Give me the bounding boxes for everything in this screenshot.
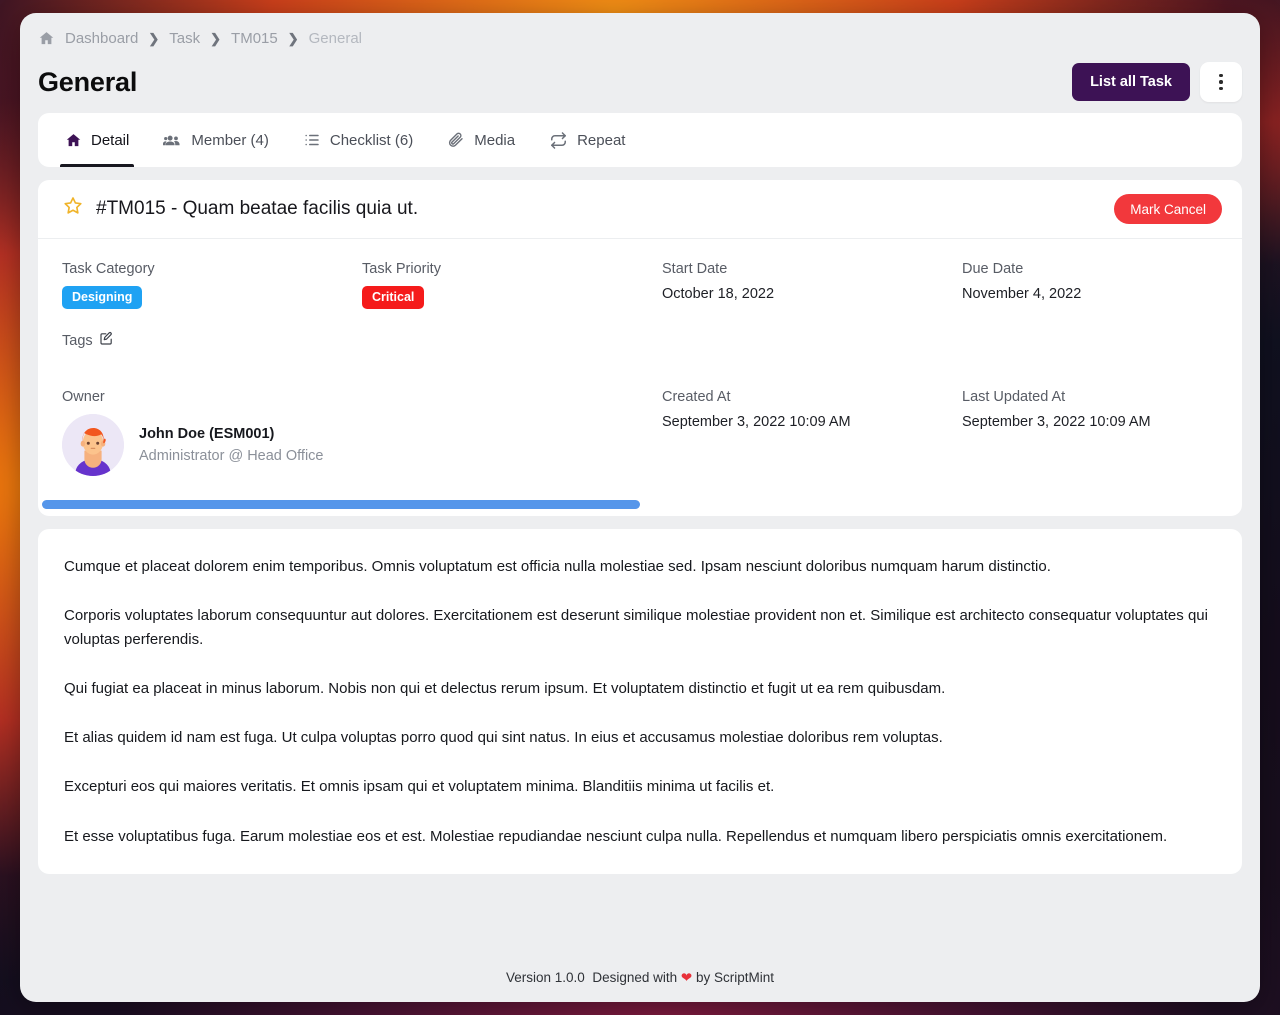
app-window: Dashboard ❯ Task ❯ TM015 ❯ General Gener…: [20, 13, 1260, 1002]
task-title-text: #TM015 - Quam beatae facilis quia ut.: [96, 198, 419, 219]
breadcrumb-item-task[interactable]: Task: [169, 30, 200, 47]
description-paragraph: Et esse voluptatibus fuga. Earum molesti…: [64, 827, 1168, 845]
field-label: Created At: [662, 389, 731, 405]
horizontal-scrollbar-thumb[interactable]: [42, 500, 640, 509]
start-date-value: October 18, 2022: [662, 286, 775, 302]
field-tags-spacer-c: [962, 331, 1218, 389]
tags-label: Tags: [62, 332, 93, 349]
horizontal-scrollbar[interactable]: [42, 500, 1238, 509]
breadcrumb-item-dashboard[interactable]: Dashboard: [65, 30, 138, 47]
field-tags-spacer-b: [662, 331, 962, 389]
tab-bar: Detail Member (4) Checklist (6) Media Re…: [38, 113, 1242, 167]
field-task-priority: Task Priority Critical: [362, 261, 662, 331]
description-paragraph: Cumque et placeat dolorem enim temporibu…: [64, 558, 1051, 575]
field-due-date: Due Date November 4, 2022: [962, 261, 1218, 331]
tab-detail[interactable]: Detail: [48, 113, 146, 167]
repeat-icon: [549, 131, 568, 150]
chevron-right-icon: ❯: [287, 30, 299, 46]
task-priority-badge: Critical: [362, 286, 425, 309]
breadcrumb-item-general: General: [308, 29, 363, 47]
field-created-at: Created At September 3, 2022 10:09 AM: [662, 389, 962, 494]
home-icon: [38, 30, 55, 47]
tab-label: Checklist (6): [329, 131, 414, 149]
created-at-value: September 3, 2022 10:09 AM: [662, 414, 851, 430]
chevron-right-icon: ❯: [148, 30, 160, 46]
tab-label: Member (4): [191, 131, 269, 149]
edit-square-icon[interactable]: [99, 331, 114, 350]
avatar: [62, 414, 124, 476]
description-paragraph: Qui fugiat ea placeat in minus laborum. …: [64, 679, 946, 697]
tab-media[interactable]: Media: [430, 113, 532, 167]
tab-label: Detail: [91, 131, 130, 149]
more-vertical-icon: [1219, 80, 1223, 84]
field-last-updated-at: Last Updated At September 3, 2022 10:09 …: [962, 389, 1218, 494]
last-updated-value: September 3, 2022 10:09 AM: [962, 414, 1151, 430]
task-description-card: Cumque et placeat dolorem enim temporibu…: [38, 529, 1242, 874]
field-label: Last Updated At: [962, 389, 1066, 405]
list-all-task-button[interactable]: List all Task: [1072, 63, 1190, 101]
tab-member[interactable]: Member (4): [146, 113, 286, 167]
breadcrumb-item-tm015[interactable]: TM015: [231, 30, 278, 47]
field-start-date: Start Date October 18, 2022: [662, 261, 962, 331]
app-footer: Version 1.0.0 Designed with ❤ by ScriptM…: [20, 958, 1260, 1002]
field-task-category: Task Category Designing: [62, 261, 362, 331]
due-date-value: November 4, 2022: [962, 286, 1082, 302]
users-icon: [163, 131, 182, 150]
footer-designed-suffix: by ScriptMint: [695, 970, 774, 985]
description-paragraph: Corporis voluptates laborum consequuntur…: [64, 607, 1208, 648]
paperclip-icon: [447, 131, 465, 149]
field-tags-spacer-a: [362, 331, 662, 389]
tab-label: Repeat: [577, 131, 626, 149]
home-icon: [65, 132, 82, 149]
task-detail-card: #TM015 - Quam beatae facilis quia ut. Ma…: [38, 180, 1242, 516]
field-label: Due Date: [962, 261, 1024, 277]
field-owner: Owner John Doe (ESM001) Administrator @ …: [62, 389, 662, 494]
heart-icon: ❤: [680, 970, 693, 985]
task-title: #TM015 - Quam beatae facilis quia ut.: [62, 195, 418, 223]
task-category-badge: Designing: [62, 286, 143, 309]
list-icon: [303, 131, 321, 149]
task-title-row: #TM015 - Quam beatae facilis quia ut. Ma…: [38, 180, 1242, 239]
chevron-right-icon: ❯: [210, 30, 222, 46]
footer-designed-prefix: Designed with: [592, 970, 678, 985]
task-field-grid: Task Category Designing Task Priority Cr…: [62, 261, 1218, 494]
field-tags: Tags: [62, 331, 362, 389]
more-vertical-icon: [1219, 73, 1223, 78]
owner-subtitle: Administrator @ Head Office: [139, 448, 324, 464]
tab-checklist[interactable]: Checklist (6): [286, 113, 430, 167]
star-outline-icon[interactable]: [62, 195, 84, 223]
field-label: Task Priority: [362, 261, 441, 277]
footer-version: Version 1.0.0: [506, 970, 585, 985]
page-title: General: [38, 66, 138, 97]
page-header: Dashboard ❯ Task ❯ TM015 ❯ General Gener…: [20, 13, 1260, 113]
field-label: Tags: [62, 331, 362, 350]
field-label: Task Category: [62, 261, 155, 277]
owner-block: John Doe (ESM001) Administrator @ Head O…: [62, 414, 662, 476]
more-options-button[interactable]: [1200, 62, 1242, 102]
description-paragraph: Et alias quidem id nam est fuga. Ut culp…: [64, 729, 943, 746]
owner-text: John Doe (ESM001) Administrator @ Head O…: [139, 426, 324, 464]
breadcrumb: Dashboard ❯ Task ❯ TM015 ❯ General: [38, 27, 1242, 49]
mark-cancel-button[interactable]: Mark Cancel: [1114, 194, 1222, 224]
header-actions: List all Task: [1072, 62, 1242, 102]
description-paragraph: Excepturi eos qui maiores veritatis. Et …: [64, 778, 775, 796]
tab-repeat[interactable]: Repeat: [532, 113, 642, 167]
field-label: Owner: [62, 389, 105, 405]
task-detail-body: Task Category Designing Task Priority Cr…: [38, 239, 1242, 494]
field-label: Start Date: [662, 261, 728, 277]
tab-label: Media: [474, 131, 516, 149]
header-row: General List all Task: [38, 61, 1242, 103]
owner-name: John Doe (ESM001): [139, 426, 275, 442]
more-vertical-icon: [1219, 86, 1223, 91]
